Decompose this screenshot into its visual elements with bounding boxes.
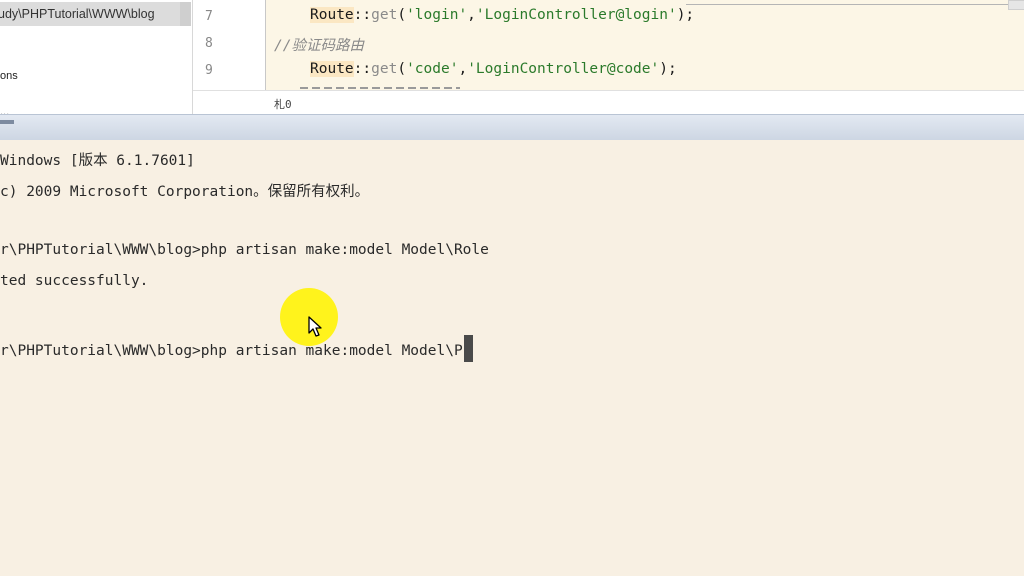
project-sidebar: udy\PHPTutorial\WWW\blog ons ... (0, 0, 193, 114)
code-line-7[interactable]: Route::get('login','LoginController@logi… (310, 7, 694, 23)
editor-scrollbar[interactable] (1008, 0, 1024, 10)
terminal-input[interactable]: r\PHPTutorial\WWW\blog>php artisan make:… (0, 343, 463, 359)
terminal-title-icon (0, 120, 14, 124)
editor-status-bar (193, 90, 1024, 114)
code-paren: ( (397, 61, 407, 77)
editor-status-text: 札0 (274, 98, 292, 111)
line-number: 7 (205, 9, 213, 24)
code-line-9[interactable]: Route::get('code','LoginController@code'… (310, 61, 677, 77)
code-class: Route (310, 61, 354, 77)
code-paren: ); (676, 7, 695, 23)
terminal-line: ted successfully. (0, 273, 149, 289)
terminal-line: c) 2009 Microsoft Corporation。保留所有权利。 (0, 184, 370, 200)
code-class: Route (310, 7, 354, 23)
line-number-gutter (193, 0, 266, 90)
editor-top-border (686, 4, 1024, 5)
code-string: 'code' (406, 61, 459, 77)
code-paren: ( (397, 7, 407, 23)
terminal-line: Windows [版本 6.1.7601] (0, 153, 195, 169)
sidebar-item-partial[interactable]: ... (0, 106, 30, 114)
project-path-bar[interactable]: udy\PHPTutorial\WWW\blog (0, 2, 180, 26)
line-number: 9 (205, 63, 213, 78)
code-comma: , (467, 7, 476, 23)
code-comma: , (458, 61, 468, 77)
sidebar-scrollbar[interactable] (180, 2, 191, 26)
terminal-title-bar[interactable] (0, 114, 1024, 141)
text-cursor (463, 335, 473, 362)
code-method: get (371, 7, 398, 23)
terminal-prompt-line[interactable]: r\PHPTutorial\WWW\blog>php artisan make:… (0, 335, 473, 362)
code-string: 'login' (406, 7, 468, 23)
mouse-pointer-icon (308, 316, 322, 337)
terminal-window[interactable]: Windows [版本 6.1.7601] c) 2009 Microsoft … (0, 140, 1024, 576)
project-path: udy\PHPTutorial\WWW\blog (0, 7, 155, 21)
sidebar-item[interactable]: ons (0, 70, 18, 82)
terminal-line: r\PHPTutorial\WWW\blog>php artisan make:… (0, 242, 489, 258)
ide-window: udy\PHPTutorial\WWW\blog ons ... 7 Route… (0, 0, 1024, 114)
code-string: 'LoginController@login' (475, 7, 677, 23)
code-comment[interactable]: //验证码路由 (274, 34, 364, 55)
line-number: 8 (205, 36, 213, 51)
code-method: get (371, 61, 398, 77)
code-operator: :: (353, 61, 372, 77)
code-paren: ); (659, 61, 677, 77)
code-operator: :: (353, 7, 372, 23)
code-string: 'LoginController@code' (467, 61, 660, 77)
